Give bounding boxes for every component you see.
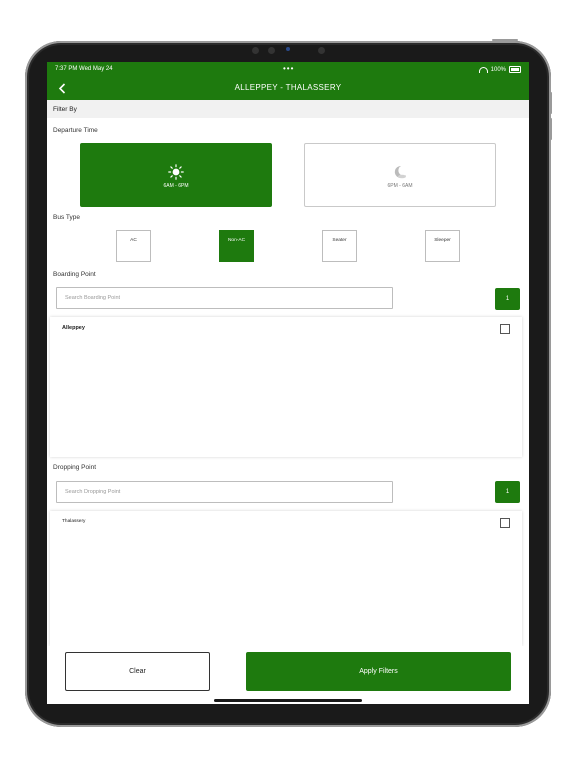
checkbox[interactable] [500,324,510,334]
moon-icon [305,164,495,180]
status-time: 7:37 PM Wed May 24 [55,66,113,72]
bus-type-label: Bus Type [53,214,80,221]
sensor-dot [318,47,325,54]
battery-icon [509,66,521,73]
filter-by-header: Filter By [47,100,529,118]
wifi-icon [478,66,488,73]
volume-up-button [549,92,552,114]
camera-lens [286,47,290,51]
boarding-search-input[interactable]: Search Boarding Point [56,287,393,309]
multitask-dots[interactable]: ••• [283,64,294,73]
bus-type-non-ac[interactable]: Non-AC [219,230,254,262]
action-bar: Clear Apply Filters [47,646,529,704]
apply-filters-button[interactable]: Apply Filters [246,652,511,691]
sensor-dot [252,47,259,54]
home-indicator[interactable] [214,699,362,702]
dropping-count-button[interactable]: 1 [495,481,520,503]
bus-type-ac[interactable]: AC [116,230,151,262]
volume-down-button [549,118,552,140]
sensor-dot [268,47,275,54]
boarding-count-button[interactable]: 1 [495,288,520,310]
boarding-item-name: Alleppey [62,325,85,331]
sun-icon [81,164,271,180]
checkbox[interactable] [500,518,510,528]
boarding-point-label: Boarding Point [53,271,96,278]
clear-button[interactable]: Clear [65,652,210,691]
departure-option-label: 6PM - 6AM [387,183,413,189]
boarding-list: Alleppey [50,317,522,457]
bus-type-seater[interactable]: Seater [322,230,357,262]
bus-type-sleeper[interactable]: Sleeper [425,230,460,262]
dropping-search-input[interactable]: Search Dropping Point [56,481,393,503]
list-item[interactable]: Thalassery [50,511,522,535]
dropping-item-name: Thalassery [62,519,86,524]
nav-bar: ALLEPPEY - THALASSERY [47,76,529,100]
departure-option-night[interactable]: 6PM - 6AM [304,143,496,207]
dropping-point-label: Dropping Point [53,464,96,471]
app-screen: 7:37 PM Wed May 24 ••• 100% ALLEPPEY - T… [47,62,529,704]
status-bar: 7:37 PM Wed May 24 ••• 100% [47,62,529,76]
top-button [492,39,518,41]
dropping-list: Thalassery [50,511,522,646]
status-right: 100% [478,66,521,73]
list-item[interactable]: Alleppey [50,317,522,341]
page-title: ALLEPPEY - THALASSERY [234,83,342,92]
departure-option-day[interactable]: 6AM - 6PM [80,143,272,207]
camera-bar [252,47,330,57]
departure-time-label: Departure Time [53,127,98,134]
filter-by-label: Filter By [53,106,77,113]
battery-percent: 100% [490,66,506,73]
departure-option-label: 6AM - 6PM [163,183,189,189]
